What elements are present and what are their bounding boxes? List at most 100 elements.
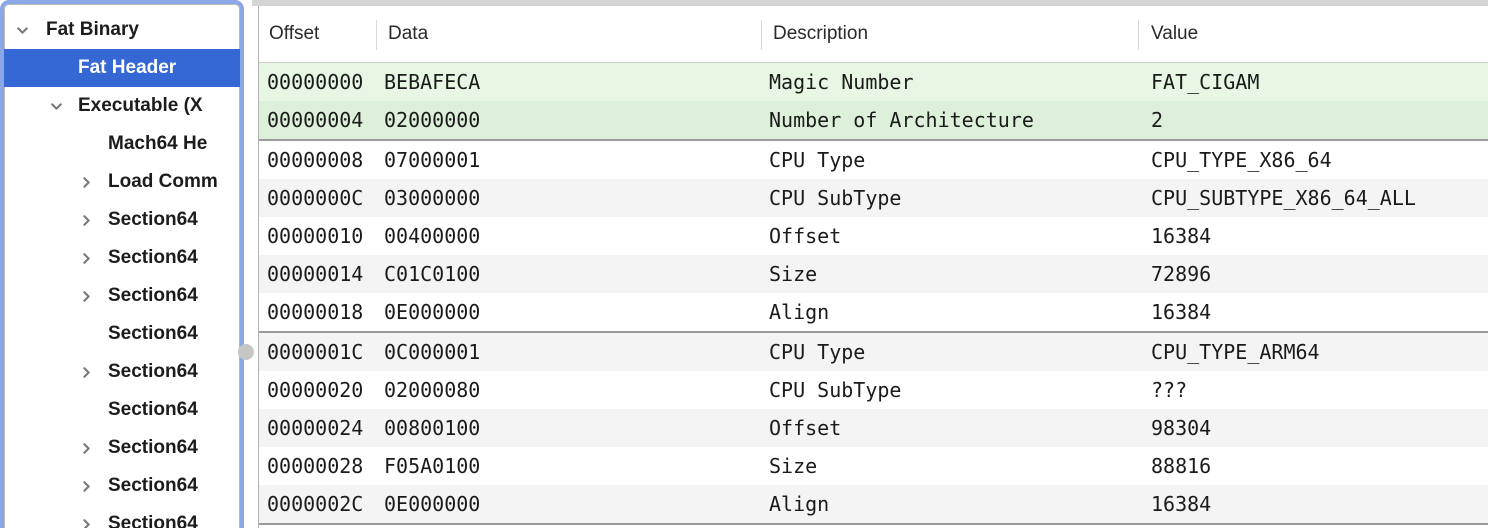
chevron-down-icon[interactable] xyxy=(12,11,32,49)
cell-offset: 0000000C xyxy=(267,179,363,217)
column-header-value[interactable]: Value xyxy=(1151,6,1198,62)
cell-offset: 0000001C xyxy=(267,333,363,371)
sidebar-item-section64[interactable]: Section64 xyxy=(4,277,240,315)
table-body: 00000000BEBAFECAMagic NumberFAT_CIGAM000… xyxy=(259,63,1488,525)
cell-value: 98304 xyxy=(1151,409,1211,447)
column-separator xyxy=(376,20,377,50)
chevron-right-icon[interactable] xyxy=(76,239,96,277)
sidebar-item-mach64-header[interactable]: Mach64 He xyxy=(4,125,240,163)
column-header-description[interactable]: Description xyxy=(773,6,868,62)
cell-description: CPU Type xyxy=(769,141,865,179)
cell-value: FAT_CIGAM xyxy=(1151,63,1259,101)
sidebar-item-fat-header[interactable]: Fat Header xyxy=(4,49,240,87)
cell-description: Align xyxy=(769,485,829,523)
sidebar-item-label: Load Comm xyxy=(108,163,218,201)
table-row[interactable]: 0000001C 0C000001 CPU Type CPU_TYPE_ARM64 xyxy=(259,333,1488,371)
cell-description: Magic Number xyxy=(769,63,914,101)
cell-description: CPU Type xyxy=(769,333,865,371)
data-table: OffsetDataDescriptionValue 00000000BEBAF… xyxy=(258,6,1488,528)
cell-offset: 00000004 xyxy=(267,101,363,139)
sidebar-item-section64[interactable]: Section64 xyxy=(4,429,240,467)
cell-value: CPU_TYPE_ARM64 xyxy=(1151,333,1320,371)
chevron-right-icon[interactable] xyxy=(76,277,96,315)
table-row[interactable]: 00000028F05A0100Size88816 xyxy=(259,447,1488,485)
cell-offset: 00000020 xyxy=(267,371,363,409)
table-row[interactable]: 00000018 0E000000 Align 16384 xyxy=(259,293,1488,333)
chevron-down-icon[interactable] xyxy=(46,87,66,125)
sidebar-item-section64[interactable]: Section64 xyxy=(4,467,240,505)
sidebar-item-label: Section64 xyxy=(108,467,198,505)
sidebar-item-section64[interactable]: Section64 xyxy=(4,201,240,239)
chevron-right-icon[interactable] xyxy=(76,467,96,505)
column-header-data[interactable]: Data xyxy=(388,6,428,62)
cell-value: 2 xyxy=(1151,101,1163,139)
cell-value: 72896 xyxy=(1151,255,1211,293)
column-header-offset[interactable]: Offset xyxy=(269,6,319,62)
sidebar-item-load-commands[interactable]: Load Comm xyxy=(4,163,240,201)
cell-description: Offset xyxy=(769,409,841,447)
table-row[interactable]: 0000000C 03000000 CPU SubType CPU_SUBTYPE_X… xyxy=(259,179,1488,217)
outline-tree: Fat BinaryFat HeaderExecutable (XMach64 … xyxy=(4,4,240,528)
cell-data: 0C000001 xyxy=(384,333,480,371)
sidebar-item-label: Section64 xyxy=(108,315,198,353)
table-header: Offset Data Description Value xyxy=(259,6,1488,63)
cell-offset: 00000010 xyxy=(267,217,363,255)
cell-data: 00400000 xyxy=(384,217,480,255)
sidebar-item-section64[interactable]: Section64 xyxy=(4,239,240,277)
cell-value: 16384 xyxy=(1151,485,1211,523)
cell-description: Align xyxy=(769,293,829,331)
sidebar-item-label: Fat Header xyxy=(78,49,176,87)
sidebar-item-section64[interactable]: Section64 xyxy=(4,505,240,528)
column-separator xyxy=(1138,20,1139,50)
table-row[interactable]: 0000002400800100Offset98304 xyxy=(259,409,1488,447)
cell-value: 16384 xyxy=(1151,217,1211,255)
sidebar-item-label: Section64 xyxy=(108,239,198,277)
cell-data: 0E000000 xyxy=(384,293,480,331)
sidebar-item-label: Section64 xyxy=(108,391,198,429)
sidebar-item-label: Section64 xyxy=(108,429,198,467)
cell-description: Size xyxy=(769,255,817,293)
chevron-right-icon[interactable] xyxy=(76,353,96,391)
table-row[interactable]: 0000000807000001CPU TypeCPU_TYPE_X86_64 xyxy=(259,141,1488,179)
chevron-right-icon[interactable] xyxy=(76,201,96,239)
app-window: Fat BinaryFat HeaderExecutable (XMach64 … xyxy=(0,0,1488,528)
table-row[interactable]: 00000000BEBAFECAMagic NumberFAT_CIGAM xyxy=(259,63,1488,101)
cell-description: Offset xyxy=(769,217,841,255)
chevron-right-icon[interactable] xyxy=(76,163,96,201)
sidebar-item-section64[interactable]: Section64 xyxy=(4,353,240,391)
sidebar-item-label: Section64 xyxy=(108,505,198,528)
cell-description: Number of Architecture xyxy=(769,101,1034,139)
cell-offset: 00000008 xyxy=(267,141,363,179)
cell-offset: 00000000 xyxy=(267,63,363,101)
cell-value: CPU_SUBTYPE_X86_64_ALL xyxy=(1151,179,1416,217)
sidebar-item-label: Section64 xyxy=(108,277,198,315)
cell-data: 00800100 xyxy=(384,409,480,447)
table-row[interactable]: 00000010 00400000 Offset 16384 xyxy=(259,217,1488,255)
table-row[interactable]: 0000002002000080CPU SubType??? xyxy=(259,371,1488,409)
cell-value: CPU_TYPE_X86_64 xyxy=(1151,141,1332,179)
cell-data: 0E000000 xyxy=(384,485,480,523)
cell-offset: 00000018 xyxy=(267,293,363,331)
table-row[interactable]: 00000004 02000000 Number of Architecture 2 xyxy=(259,101,1488,141)
sidebar-item-label: Fat Binary xyxy=(46,11,139,49)
cell-data: 02000000 xyxy=(384,101,480,139)
sidebar-item-section64[interactable]: Section64 xyxy=(4,391,240,429)
sidebar-item-executable[interactable]: Executable (X xyxy=(4,87,240,125)
chevron-right-icon[interactable] xyxy=(76,505,96,528)
cell-offset: 00000014 xyxy=(267,255,363,293)
table-row[interactable]: 00000014 C01C0100 Size 72896 xyxy=(259,255,1488,293)
cell-value: 16384 xyxy=(1151,293,1211,331)
sidebar-item-label: Section64 xyxy=(108,201,198,239)
sidebar-item-fat-binary[interactable]: Fat Binary xyxy=(4,11,240,49)
cell-value: ??? xyxy=(1151,371,1187,409)
sidebar-item-section64[interactable]: Section64 xyxy=(4,315,240,353)
sidebar: Fat BinaryFat HeaderExecutable (XMach64 … xyxy=(0,0,244,528)
table-row[interactable]: 0000002C0E000000Align16384 xyxy=(259,485,1488,525)
chevron-right-icon[interactable] xyxy=(76,429,96,467)
cell-data: 03000000 xyxy=(384,179,480,217)
cell-offset: 00000028 xyxy=(267,447,363,485)
pane-splitter-handle[interactable] xyxy=(238,344,254,360)
cell-description: CPU SubType xyxy=(769,179,901,217)
cell-description: Size xyxy=(769,447,817,485)
cell-data: C01C0100 xyxy=(384,255,480,293)
